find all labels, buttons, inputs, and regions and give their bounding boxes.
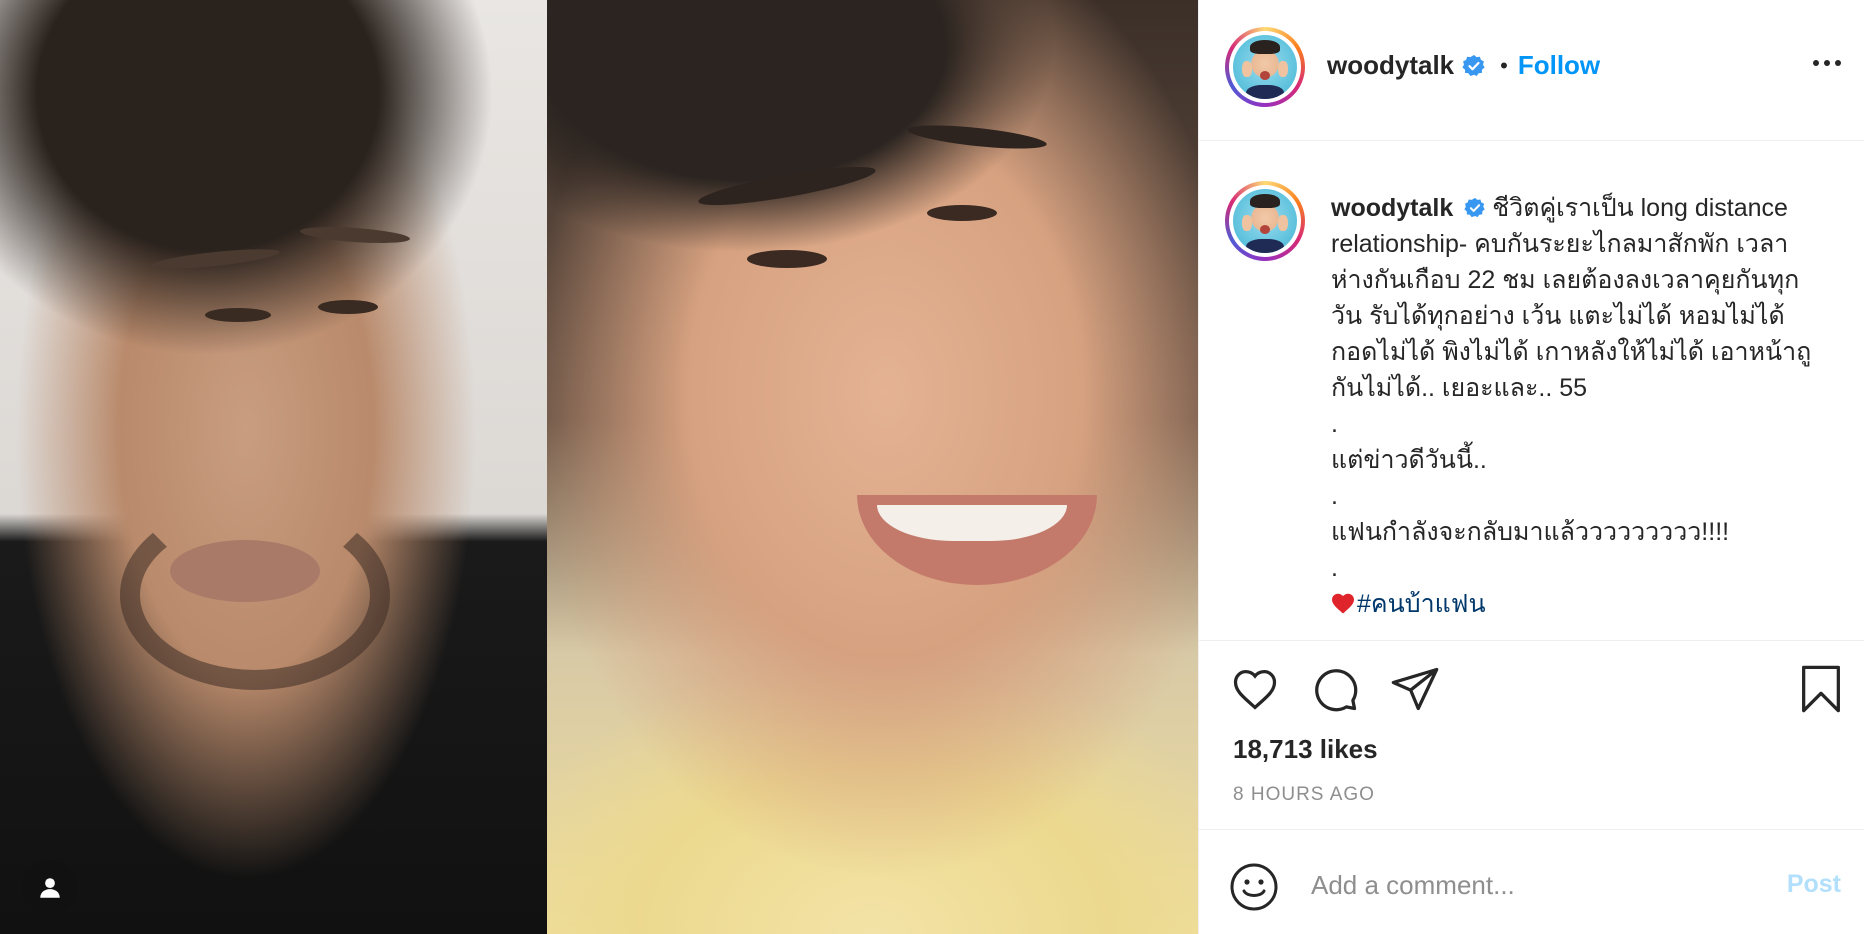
caption-avatar[interactable] xyxy=(1225,181,1305,261)
caption-line: . xyxy=(1331,482,1338,510)
caption-text: woodytalk ชีวิตคู่เราเป็น long distance … xyxy=(1331,190,1841,622)
paper-plane-icon[interactable] xyxy=(1389,663,1441,715)
caption-line: วัน รับได้ทุกอย่าง เว้น แตะไม่ได้ หอมไม่… xyxy=(1331,302,1785,330)
separator-dot: • xyxy=(1500,52,1508,78)
caption-line: . xyxy=(1331,410,1338,438)
bookmark-icon[interactable] xyxy=(1795,663,1847,715)
avatar[interactable] xyxy=(1225,27,1305,107)
likes-count[interactable]: 18,713 likes xyxy=(1233,734,1378,765)
smiley-icon[interactable] xyxy=(1229,862,1279,912)
photo-left xyxy=(0,0,547,934)
caption-line: . xyxy=(1331,554,1338,582)
header-username[interactable]: woodytalk xyxy=(1327,50,1454,81)
caption-line: ชีวิตคู่เราเป็น long distance xyxy=(1492,194,1788,222)
heart-icon[interactable] xyxy=(1229,663,1281,715)
caption-username[interactable]: woodytalk xyxy=(1331,194,1453,222)
caption-line: แต่ข่าวดีวันนี้.. xyxy=(1331,446,1487,474)
caption-line: ห่างกันเกือบ 22 ชม เลยต้องลงเวลาคุยกันทุ… xyxy=(1331,266,1800,294)
post-actions: 18,713 likes 8 HOURS AGO xyxy=(1199,641,1864,831)
post-timestamp[interactable]: 8 HOURS AGO xyxy=(1233,784,1375,806)
caption-line: กันไม่ได้.. เยอะและ.. 55 xyxy=(1331,374,1588,402)
caption-line: แฟนกำลังจะกลับมาแล้ววววววววว!!!! xyxy=(1331,518,1730,546)
comment-bar: Post xyxy=(1199,829,1864,934)
post-comment-button[interactable]: Post xyxy=(1787,870,1841,899)
verified-badge-icon xyxy=(1462,54,1485,76)
user-tag-icon[interactable] xyxy=(22,860,78,916)
post-caption: woodytalk ชีวิตคู่เราเป็น long distance … xyxy=(1199,141,1864,641)
comment-icon[interactable] xyxy=(1309,663,1361,715)
hashtag-link[interactable]: #คนบ้าแฟน xyxy=(1357,590,1486,618)
post-side-panel: woodytalk • Follow woodytalk ชีวิตคู่เรา… xyxy=(1198,0,1864,934)
caption-line: relationship- คบกันระยะไกลมาสักพัก เวลา xyxy=(1331,230,1789,258)
verified-badge-icon xyxy=(1464,197,1485,218)
more-options-icon[interactable] xyxy=(1813,60,1841,66)
red-heart-icon xyxy=(1332,593,1354,614)
photo-right xyxy=(547,0,1198,934)
post-media[interactable] xyxy=(0,0,1198,934)
follow-button[interactable]: Follow xyxy=(1518,50,1600,81)
comment-input[interactable] xyxy=(1311,860,1751,910)
caption-line: กอดไม่ได้ พิงไม่ได้ เกาหลังให้ไม่ได้ เอา… xyxy=(1331,338,1812,366)
post-header: woodytalk • Follow xyxy=(1199,0,1864,141)
